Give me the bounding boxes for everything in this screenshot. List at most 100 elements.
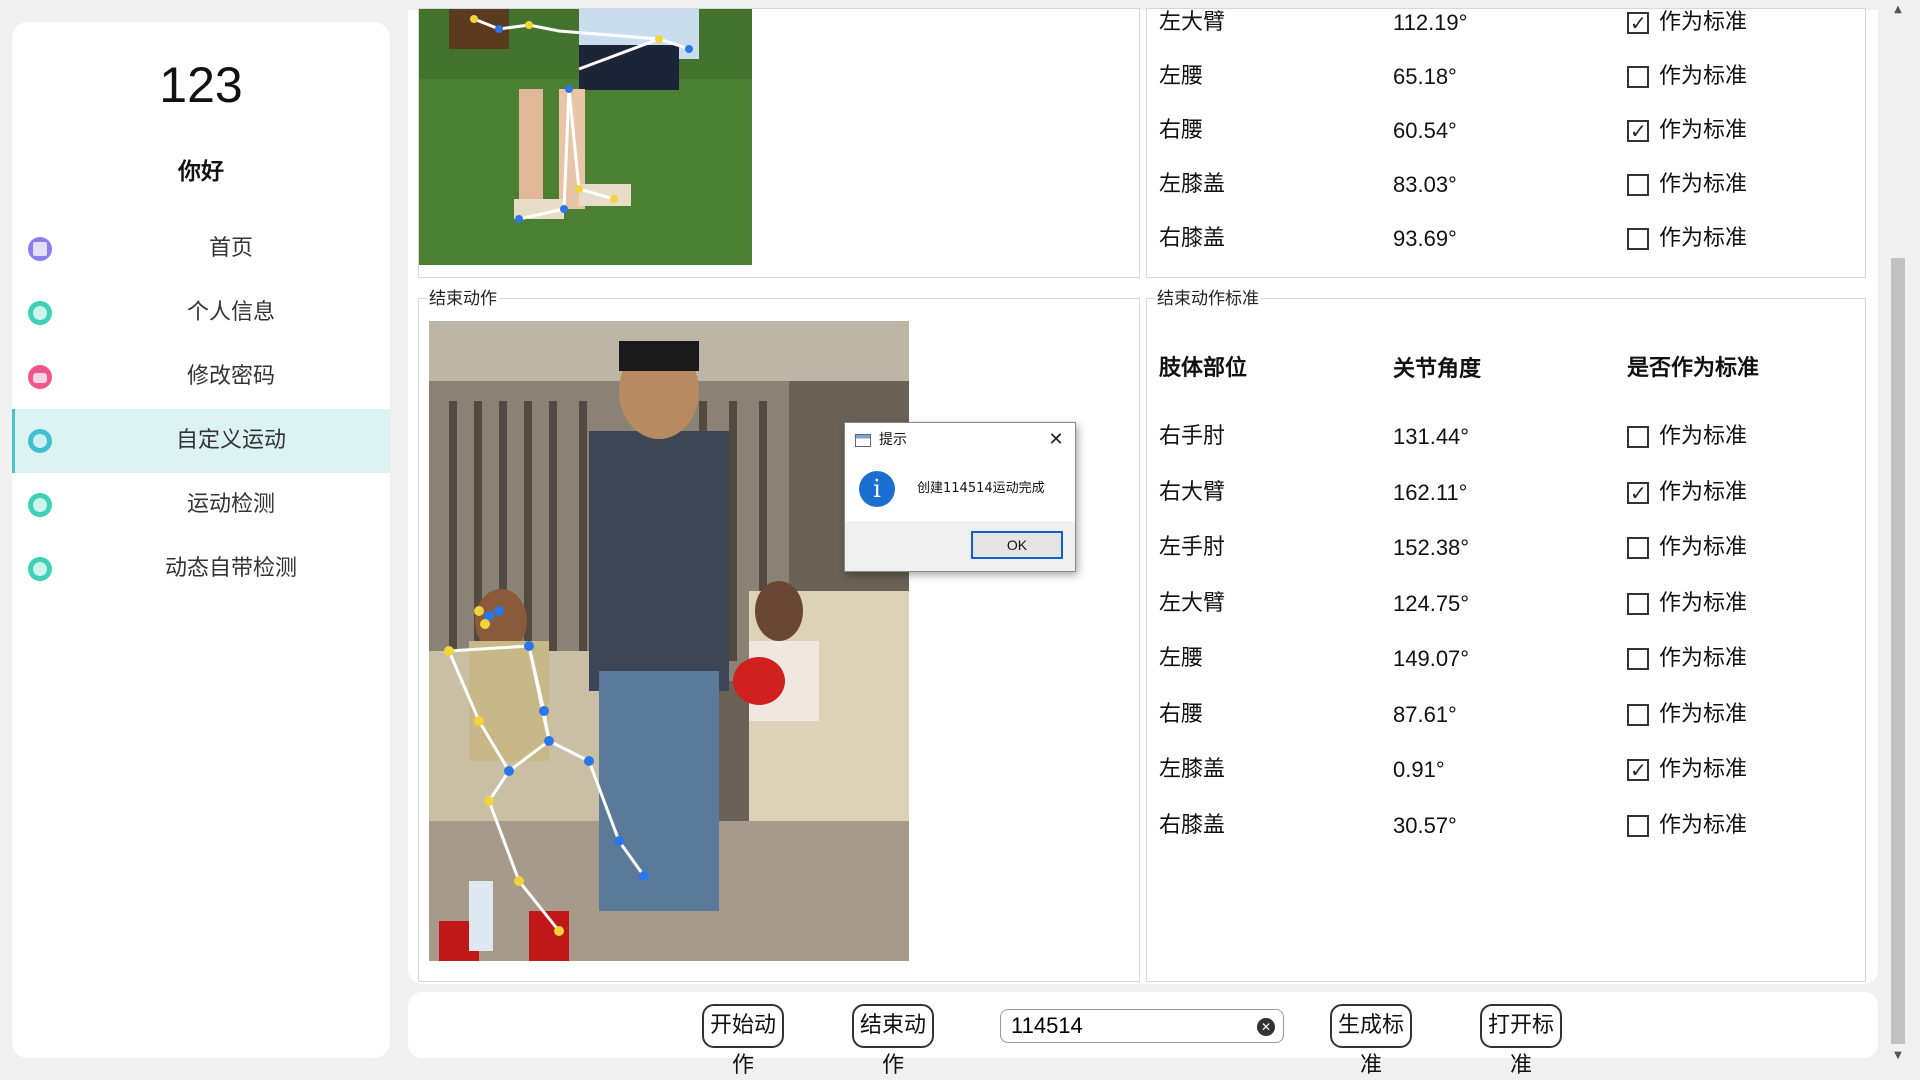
joint-angle: 131.44° [1393,424,1470,449]
joint-angle: 149.07° [1393,646,1470,671]
sidebar-item-label: 首页 [208,236,253,261]
standard-checkbox[interactable] [1627,3,1649,43]
dialog-body: i 创建114514运动完成 [845,457,1075,521]
joint-angle: 112.19° [1393,10,1468,35]
body-part: 左膝盖 [1159,172,1226,197]
table-row: 左膝盖 83.03° 作为标准 [1159,165,1879,205]
exercise-name-input[interactable] [1011,1012,1251,1040]
document-icon [28,237,52,261]
standard-checkbox[interactable] [1627,473,1649,513]
bottom-toolbar: 开始动作 结束动作 ✕ 生成标准 打开标准 [408,992,1878,1078]
sidebar-item-label: 运动检测 [186,492,275,517]
table-row: 左膝盖 0.91° 作为标准 [1159,750,1879,790]
sidebar-item-custom-exercise[interactable]: 自定义运动 [12,409,390,473]
person-icon [28,429,52,453]
joint-angle: 152.38° [1393,535,1470,560]
joint-angle: 30.57° [1393,812,1457,838]
standard-checkbox[interactable] [1627,814,1649,837]
checkbox-label: 作为标准 [1659,590,1748,616]
sidebar-item-profile[interactable]: 个人信息 [12,281,390,345]
checkbox-label: 作为标准 [1659,226,1748,251]
checkbox-label: 作为标准 [1659,172,1748,197]
generate-standard-button[interactable]: 生成标准 [1330,1004,1412,1078]
pose-skeleton [429,321,909,961]
body-part: 右腰 [1159,701,1204,727]
joint-angle: 87.61° [1393,701,1457,727]
dialog-title: 提示 [879,432,907,448]
close-icon[interactable]: ✕ [1045,429,1067,451]
standard-checkbox[interactable] [1627,228,1649,250]
joint-angle: 60.54° [1393,118,1457,143]
body-part: 右腰 [1159,118,1204,143]
vertical-scrollbar[interactable]: ▲ ▼ [1888,0,1908,1080]
main-panel: 左大臂 112.19° 作为标准 左腰 65.18° 作为标准 右腰 60.54… [408,3,1879,984]
checkbox-label: 作为标准 [1659,646,1748,671]
lock-icon [28,365,52,389]
checkbox-label: 作为标准 [1659,424,1748,449]
checkbox-label: 作为标准 [1659,64,1748,89]
end-action-standard-group: 结束动作标准 肢体部位 关节角度 是否作为标准 右手肘 131.44° 作为标准 右大… [1146,289,1866,982]
scroll-thumb[interactable] [1891,258,1905,1044]
checkbox-label: 作为标准 [1659,535,1748,560]
body-part: 右大臂 [1159,479,1226,505]
joint-angle: 162.11° [1393,479,1468,505]
table-row: 左腰 65.18° 作为标准 [1159,57,1879,97]
open-standard-button[interactable]: 打开标准 [1480,1004,1562,1078]
body-part: 右手肘 [1159,424,1226,449]
window-icon [855,434,871,447]
user-number: 123 [159,57,243,113]
sidebar-item-label: 个人信息 [186,300,275,325]
standard-checkbox[interactable] [1627,111,1649,151]
body-part: 左手肘 [1159,535,1226,560]
table-row: 右膝盖 30.57° 作为标准 [1159,806,1879,846]
body-part: 右膝盖 [1159,226,1226,251]
checkbox-label: 作为标准 [1659,479,1748,505]
table-row: 右手肘 131.44° 作为标准 [1159,417,1879,457]
end-action-image [429,321,909,961]
joint-angle: 65.18° [1393,64,1457,89]
standard-checkbox[interactable] [1627,426,1649,448]
end-action-button[interactable]: 结束动作 [852,1004,934,1078]
body-part: 左腰 [1159,646,1204,671]
table-row: 右大臂 162.11° 作为标准 [1159,473,1879,513]
clear-icon[interactable]: ✕ [1257,1018,1275,1036]
user-greeting: 你好 [178,159,224,185]
table-row: 右膝盖 93.69° 作为标准 [1159,219,1879,259]
joint-angle: 124.75° [1393,590,1470,616]
dialog-message: 创建114514运动完成 [917,481,1045,496]
standard-checkbox[interactable] [1627,537,1649,559]
scroll-down-icon[interactable]: ▼ [1888,1046,1908,1066]
start-action-button[interactable]: 开始动作 [702,1004,784,1078]
end-action-group: 结束动作 [418,289,1140,982]
checkbox-label: 作为标准 [1659,757,1748,782]
body-part: 左大臂 [1159,590,1226,616]
body-part: 左膝盖 [1159,757,1226,782]
sidebar-item-change-password[interactable]: 修改密码 [12,345,390,409]
group-title: 结束动作标准 [1155,289,1261,309]
scroll-up-icon[interactable]: ▲ [1888,0,1908,20]
standard-checkbox[interactable] [1627,592,1649,615]
table-row: 右腰 87.61° 作为标准 [1159,695,1879,735]
exercise-name-field[interactable]: ✕ [1000,1009,1284,1043]
standard-checkbox[interactable] [1627,750,1649,790]
standard-checkbox[interactable] [1627,703,1649,726]
sidebar-item-label: 动态自带检测 [164,556,297,581]
standard-checkbox[interactable] [1627,66,1649,88]
sidebar: 123 你好 首页 个人信息 修改密码 自定义运动 运动检测 动态自带检测 [12,22,390,1058]
dialog-titlebar[interactable]: 提示 ✕ [845,423,1075,457]
sidebar-item-exercise-detection[interactable]: 运动检测 [12,473,390,537]
start-action-group [418,8,1140,278]
table-row: 左大臂 124.75° 作为标准 [1159,584,1879,624]
ok-button[interactable]: OK [971,531,1063,559]
standard-checkbox[interactable] [1627,174,1649,196]
table-row: 左手肘 152.38° 作为标准 [1159,528,1879,568]
pose-skeleton [419,9,752,265]
table-row: 左大臂 112.19° 作为标准 [1159,3,1879,43]
standard-checkbox[interactable] [1627,648,1649,670]
sidebar-item-home[interactable]: 首页 [12,217,390,281]
sidebar-item-dynamic-detection[interactable]: 动态自带检测 [12,537,390,601]
column-header: 肢体部位 [1159,356,1248,381]
body-part: 左大臂 [1159,10,1226,35]
person-icon [28,301,52,325]
group-title: 结束动作 [427,289,499,309]
